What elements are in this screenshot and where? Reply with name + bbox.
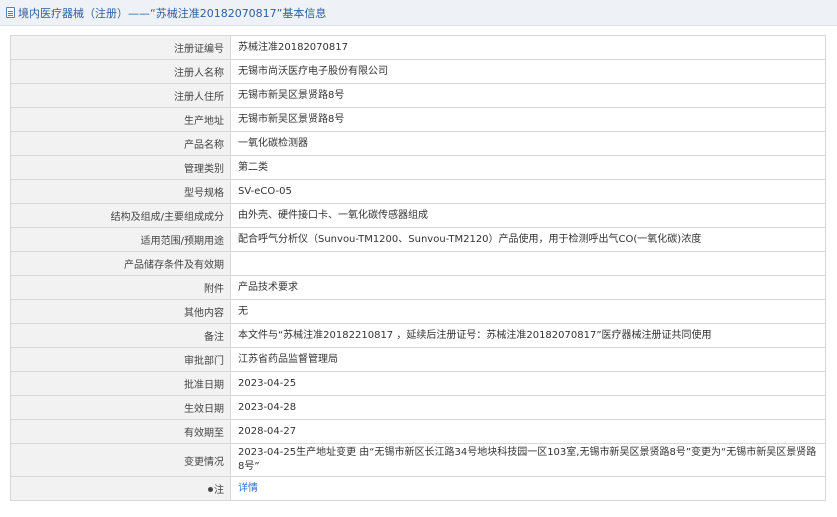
row-value: 无锡市新吴区景贤路8号 [230, 107, 826, 132]
note-label-cell: 注 [10, 476, 231, 501]
row-label: 型号规格 [10, 179, 231, 204]
row-value: 2023-04-25生产地址变更 由“无锡市新区长江路34号地块科技园一区103… [230, 443, 826, 477]
page-title: 境内医疗器械（注册）——“苏械注准20182070817”基本信息 [18, 6, 327, 20]
table-row: 适用范围/预期用途 配合呼气分析仪（Sunvou-TM1200、Sunvou-TM… [10, 227, 826, 252]
row-label: 注册人住所 [10, 83, 231, 108]
row-value: 第二类 [230, 155, 826, 180]
table-row: 注册证编号 苏械注准20182070817 [10, 35, 826, 60]
row-label: 生产地址 [10, 107, 231, 132]
row-label: 产品名称 [10, 131, 231, 156]
document-icon [6, 7, 15, 18]
row-label: 注册人名称 [10, 59, 231, 84]
row-label: 适用范围/预期用途 [10, 227, 231, 252]
row-value: 由外壳、硬件接口卡、一氧化碳传感器组成 [230, 203, 826, 228]
table-row: 变更情况 2023-04-25生产地址变更 由“无锡市新区长江路34号地块科技园一… [10, 443, 826, 477]
table-row: 产品储存条件及有效期 [10, 251, 826, 276]
row-value: 本文件与“苏械注准20182210817 ，延续后注册证号：苏械注准201820… [230, 323, 826, 348]
row-value: 2023-04-28 [230, 395, 826, 420]
row-value: 无锡市尚沃医疗电子股份有限公司 [230, 59, 826, 84]
row-label: 注册证编号 [10, 35, 231, 60]
row-label: 变更情况 [10, 443, 231, 477]
table-row: 审批部门 江苏省药品监督管理局 [10, 347, 826, 372]
row-label: 结构及组成/主要组成成分 [10, 203, 231, 228]
table-row: 生效日期 2023-04-28 [10, 395, 826, 420]
row-label: 管理类别 [10, 155, 231, 180]
note-row: 注 详情 [10, 476, 826, 501]
row-value: 2028-04-27 [230, 419, 826, 444]
note-value-cell: 详情 [230, 476, 826, 501]
row-label: 生效日期 [10, 395, 231, 420]
table-row: 有效期至 2028-04-27 [10, 419, 826, 444]
table-row: 备注 本文件与“苏械注准20182210817 ，延续后注册证号：苏械注准2018… [10, 323, 826, 348]
row-value: 2023-04-25 [230, 371, 826, 396]
note-label: 注 [214, 485, 224, 496]
table-row: 其他内容无 [10, 299, 826, 324]
table-row: 管理类别 第二类 [10, 155, 826, 180]
table-row: 生产地址 无锡市新吴区景贤路8号 [10, 107, 826, 132]
row-label: 其他内容 [10, 299, 231, 324]
details-link[interactable]: 详情 [238, 483, 258, 494]
row-value: 江苏省药品监督管理局 [230, 347, 826, 372]
table-row: 注册人住所 无锡市新吴区景贤路8号 [10, 83, 826, 108]
table-row: 结构及组成/主要组成成分 由外壳、硬件接口卡、一氧化碳传感器组成 [10, 203, 826, 228]
row-value [230, 251, 826, 276]
pin-icon [208, 487, 213, 492]
row-label: 审批部门 [10, 347, 231, 372]
row-label: 附件 [10, 275, 231, 300]
table-row: 附件 产品技术要求 [10, 275, 826, 300]
row-value: 苏械注准20182070817 [230, 35, 826, 60]
table-row: 注册人名称 无锡市尚沃医疗电子股份有限公司 [10, 59, 826, 84]
row-value: 无锡市新吴区景贤路8号 [230, 83, 826, 108]
row-value: 一氧化碳检测器 [230, 131, 826, 156]
row-value: 产品技术要求 [230, 275, 826, 300]
table-row: 型号规格 SV-eCO-05 [10, 179, 826, 204]
table-row: 批准日期 2023-04-25 [10, 371, 826, 396]
row-label: 备注 [10, 323, 231, 348]
row-label: 产品储存条件及有效期 [10, 251, 231, 276]
row-label: 批准日期 [10, 371, 231, 396]
row-label: 有效期至 [10, 419, 231, 444]
info-table: 注册证编号 苏械注准20182070817 注册人名称 无锡市尚沃医疗电子股份有限公… [10, 35, 826, 501]
table-row: 产品名称 一氧化碳检测器 [10, 131, 826, 156]
row-value: SV-eCO-05 [230, 179, 826, 204]
row-value: 无 [230, 299, 826, 324]
row-value: 配合呼气分析仪（Sunvou-TM1200、Sunvou-TM2120）产品使用… [230, 227, 826, 252]
page-header: 境内医疗器械（注册）——“苏械注准20182070817”基本信息 [0, 0, 837, 26]
